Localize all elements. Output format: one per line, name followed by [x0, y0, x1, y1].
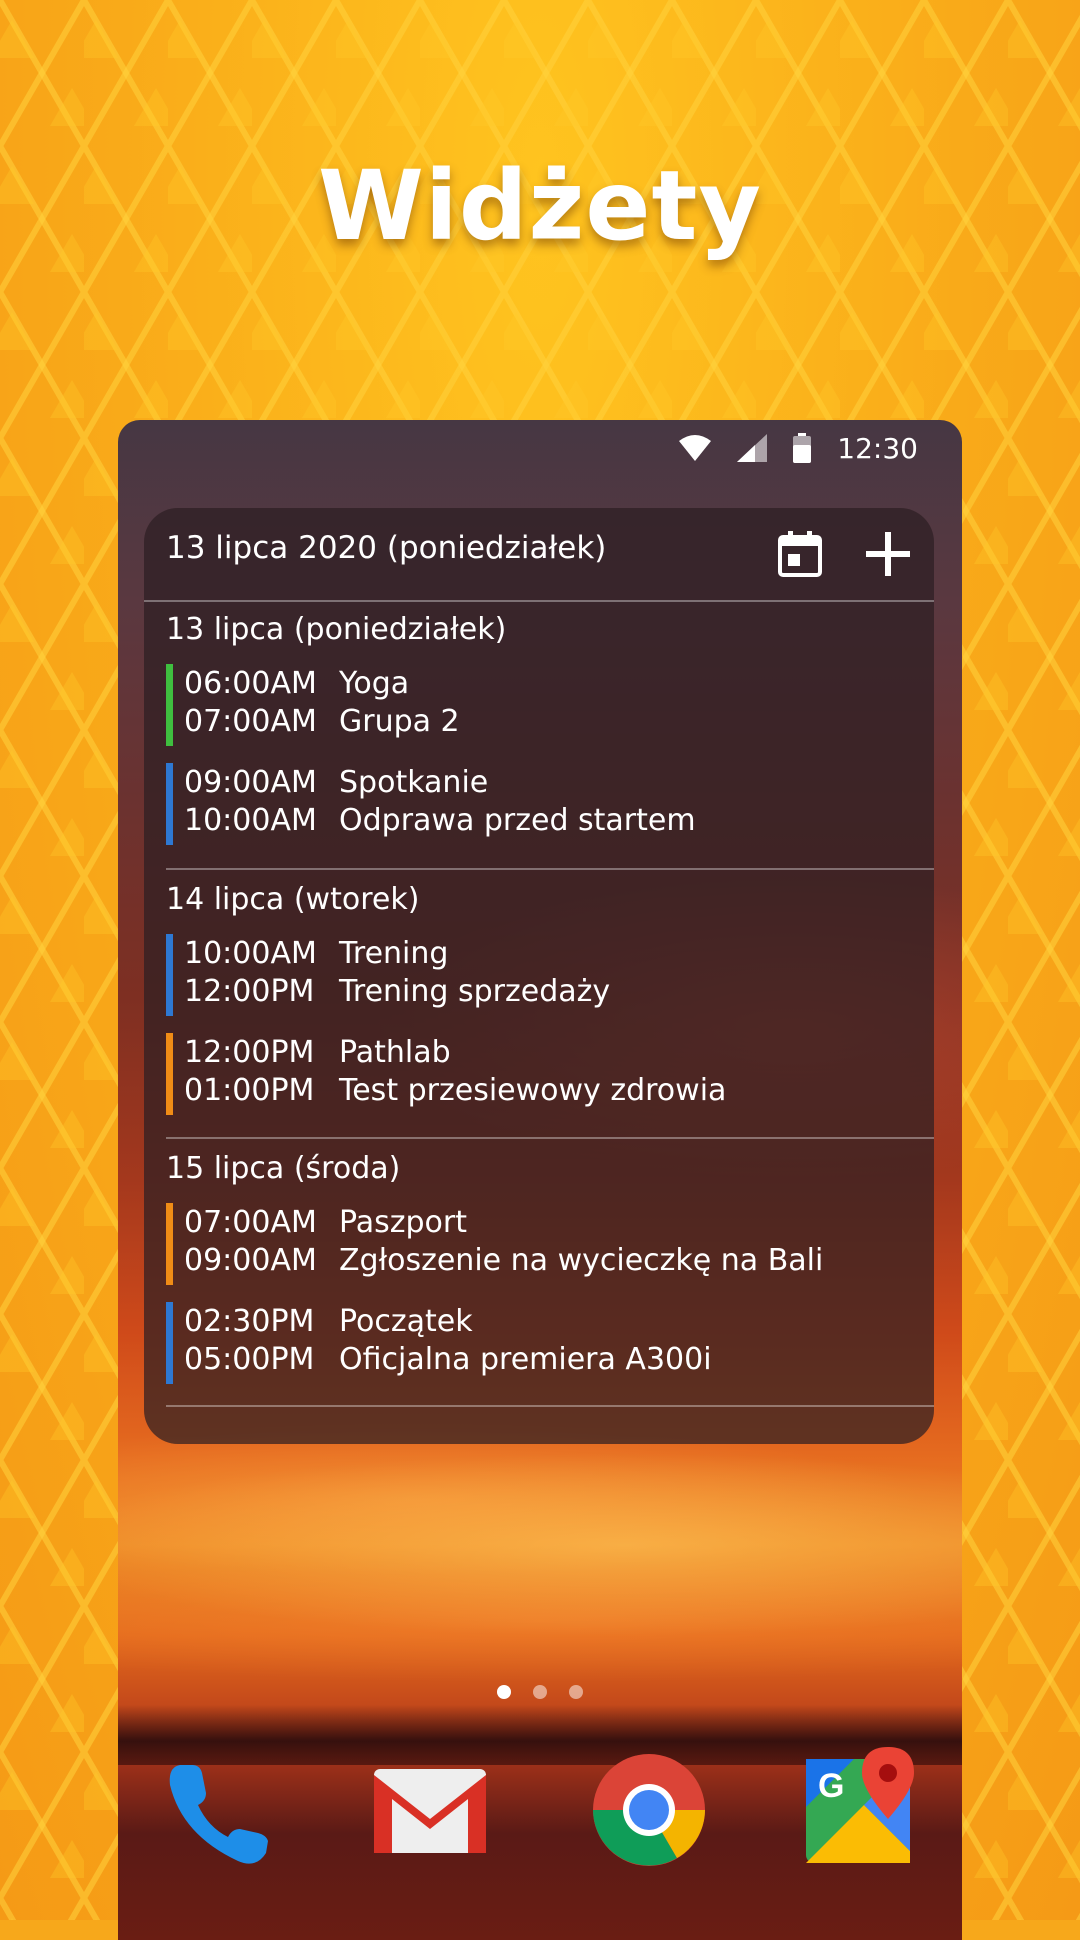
- svg-text:G: G: [818, 1767, 844, 1805]
- event-subtitle: Oficjalna premiera A300i: [339, 1342, 712, 1377]
- event-start-row: 07:00AM Paszport: [184, 1205, 467, 1240]
- event-end-row: 01:00PM Test przesiewowy zdrowia: [184, 1073, 726, 1108]
- event-end-row: 10:00AM Odprawa przed startem: [184, 803, 696, 838]
- day-title: 13 lipca (poniedziałek): [166, 612, 507, 647]
- event-subtitle: Trening sprzedaży: [339, 974, 611, 1009]
- event-end-time: 07:00AM: [184, 704, 317, 739]
- event-item[interactable]: 06:00AM Yoga 07:00AM Grupa 2: [166, 664, 906, 746]
- page-dot[interactable]: [497, 1685, 511, 1699]
- event-title: Pathlab: [339, 1035, 451, 1070]
- page-dot[interactable]: [533, 1685, 547, 1699]
- gmail-app[interactable]: [364, 1745, 494, 1875]
- calendar-button[interactable]: [772, 528, 828, 584]
- event-title: Początek: [339, 1304, 473, 1339]
- event-subtitle: Odprawa przed startem: [339, 803, 696, 838]
- chrome-icon: [584, 1754, 714, 1879]
- page-dot[interactable]: [569, 1685, 583, 1699]
- event-end-time: 01:00PM: [184, 1073, 315, 1108]
- event-start-time: 12:00PM: [184, 1035, 315, 1070]
- battery-icon: [793, 433, 812, 463]
- event-start-row: 12:00PM Pathlab: [184, 1035, 451, 1070]
- promo-title: Widżety: [318, 150, 762, 262]
- event-item[interactable]: 02:30PM Początek 05:00PM Oficjalna premier…: [166, 1302, 906, 1384]
- widget-header: 13 lipca 2020 (poniedziałek): [144, 508, 934, 602]
- widget-date-title[interactable]: 13 lipca 2020 (poniedziałek): [166, 530, 606, 566]
- event-color-bar: [166, 763, 173, 845]
- event-subtitle: Test przesiewowy zdrowia: [339, 1073, 727, 1108]
- event-subtitle: Grupa 2: [339, 704, 460, 739]
- add-event-button[interactable]: [860, 528, 916, 584]
- app-dock: G: [118, 1745, 962, 1895]
- event-start-row: 09:00AM Spotkanie: [184, 765, 488, 800]
- agenda-widget[interactable]: 13 lipca 2020 (poniedziałek) 13 lipca (p…: [144, 508, 934, 1444]
- maps-app[interactable]: G: [794, 1745, 924, 1875]
- phone-screen: 12:30 13 lipca 2020 (poniedziałek) 13 li…: [118, 420, 962, 1940]
- event-end-row: 12:00PM Trening sprzedaży: [184, 974, 610, 1009]
- event-subtitle: Zgłoszenie na wycieczkę na Bali: [339, 1243, 824, 1278]
- event-end-row: 07:00AM Grupa 2: [184, 704, 460, 739]
- event-title: Paszport: [339, 1205, 467, 1240]
- event-start-time: 10:00AM: [184, 936, 317, 971]
- event-color-bar: [166, 664, 173, 746]
- event-start-time: 02:30PM: [184, 1304, 315, 1339]
- phone-icon: [158, 1765, 288, 1879]
- signal-icon: [737, 434, 768, 462]
- day-divider: [166, 1405, 934, 1407]
- status-time: 12:30: [837, 431, 918, 465]
- event-start-row: 02:30PM Początek: [184, 1304, 473, 1339]
- wifi-icon: [679, 435, 712, 461]
- phone-app[interactable]: [158, 1745, 288, 1875]
- day-title: 14 lipca (wtorek): [166, 882, 420, 917]
- event-item[interactable]: 07:00AM Paszport 09:00AM Zgłoszenie na wyc…: [166, 1203, 906, 1285]
- event-end-row: 09:00AM Zgłoszenie na wycieczkę na Bali: [184, 1243, 823, 1278]
- event-color-bar: [166, 1302, 173, 1384]
- event-color-bar: [166, 1033, 173, 1115]
- event-end-time: 09:00AM: [184, 1243, 317, 1278]
- day-divider: [166, 868, 934, 870]
- event-item[interactable]: 12:00PM Pathlab 01:00PM Test przesiewowy z…: [166, 1033, 906, 1115]
- event-title: Trening: [339, 936, 449, 971]
- maps-icon: G: [794, 1747, 924, 1879]
- day-divider: [166, 1137, 934, 1139]
- gmail-icon: [364, 1769, 494, 1879]
- plus-icon: [866, 532, 910, 580]
- event-title: Spotkanie: [339, 765, 489, 800]
- event-color-bar: [166, 1203, 173, 1285]
- event-end-time: 10:00AM: [184, 803, 317, 838]
- event-item[interactable]: 09:00AM Spotkanie 10:00AM Odprawa przed st…: [166, 763, 906, 845]
- event-end-time: 12:00PM: [184, 974, 315, 1009]
- event-end-row: 05:00PM Oficjalna premiera A300i: [184, 1342, 712, 1377]
- event-color-bar: [166, 934, 173, 1016]
- page-indicator: [118, 1685, 962, 1699]
- status-bar: 12:30: [118, 420, 962, 476]
- day-title: 15 lipca (środa): [166, 1151, 401, 1186]
- calendar-icon: [778, 531, 822, 581]
- event-start-row: 06:00AM Yoga: [184, 666, 409, 701]
- event-item[interactable]: 10:00AM Trening 12:00PM Trening sprzedaży: [166, 934, 906, 1016]
- event-end-time: 05:00PM: [184, 1342, 315, 1377]
- event-start-time: 09:00AM: [184, 765, 317, 800]
- event-start-row: 10:00AM Trening: [184, 936, 448, 971]
- chrome-app[interactable]: [584, 1745, 714, 1875]
- event-start-time: 07:00AM: [184, 1205, 317, 1240]
- event-start-time: 06:00AM: [184, 666, 317, 701]
- event-title: Yoga: [339, 666, 410, 701]
